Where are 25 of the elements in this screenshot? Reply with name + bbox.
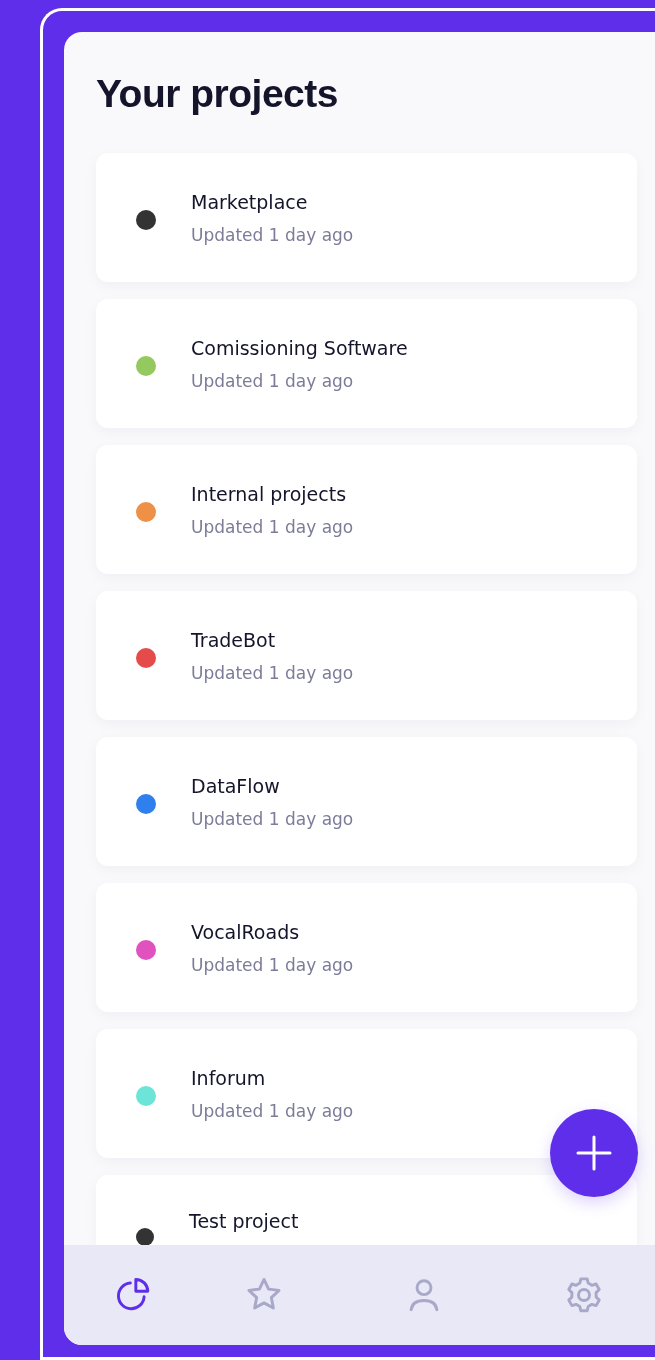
project-name: Inforum (191, 1066, 267, 1089)
project-card[interactable]: Inforum Updated 1 day ago (96, 1029, 637, 1158)
updated-time: Updated 1 day ago (191, 954, 354, 975)
page-title: Your projects (96, 72, 339, 116)
updated-time: Updated 1 day ago (191, 370, 355, 391)
updated-time: Updated 1 day ago (191, 1100, 354, 1121)
project-name: VocalRoads (191, 920, 301, 943)
project-name: Comissioning Software (191, 336, 408, 359)
updated-time: Updated 1 day ago (191, 224, 354, 245)
project-card[interactable]: TradeBot Updated 1 day ago (96, 591, 637, 720)
updated-time: Updated 1 day ago (191, 516, 354, 537)
project-name: Marketplace (191, 190, 309, 213)
project-card[interactable]: Test project (96, 1175, 637, 1245)
project-name: DataFlow (191, 774, 281, 797)
project-card[interactable]: Marketplace Updated 1 day ago (96, 153, 637, 282)
project-card[interactable]: Comissioning Software Updated 1 day ago (96, 299, 637, 428)
project-name: Test project (189, 1210, 299, 1232)
plus-icon (576, 1135, 612, 1171)
project-card[interactable]: Internal projects Updated 1 day ago (96, 445, 637, 574)
updated-time: Updated 1 day ago (191, 662, 354, 683)
project-card[interactable]: DataFlow Updated 1 day ago (96, 737, 637, 866)
project-name: TradeBot (191, 628, 277, 651)
updated-time: Updated 1 day ago (191, 808, 354, 829)
project-name: Internal projects (191, 482, 348, 505)
project-card[interactable]: VocalRoads Updated 1 day ago (96, 883, 637, 1012)
